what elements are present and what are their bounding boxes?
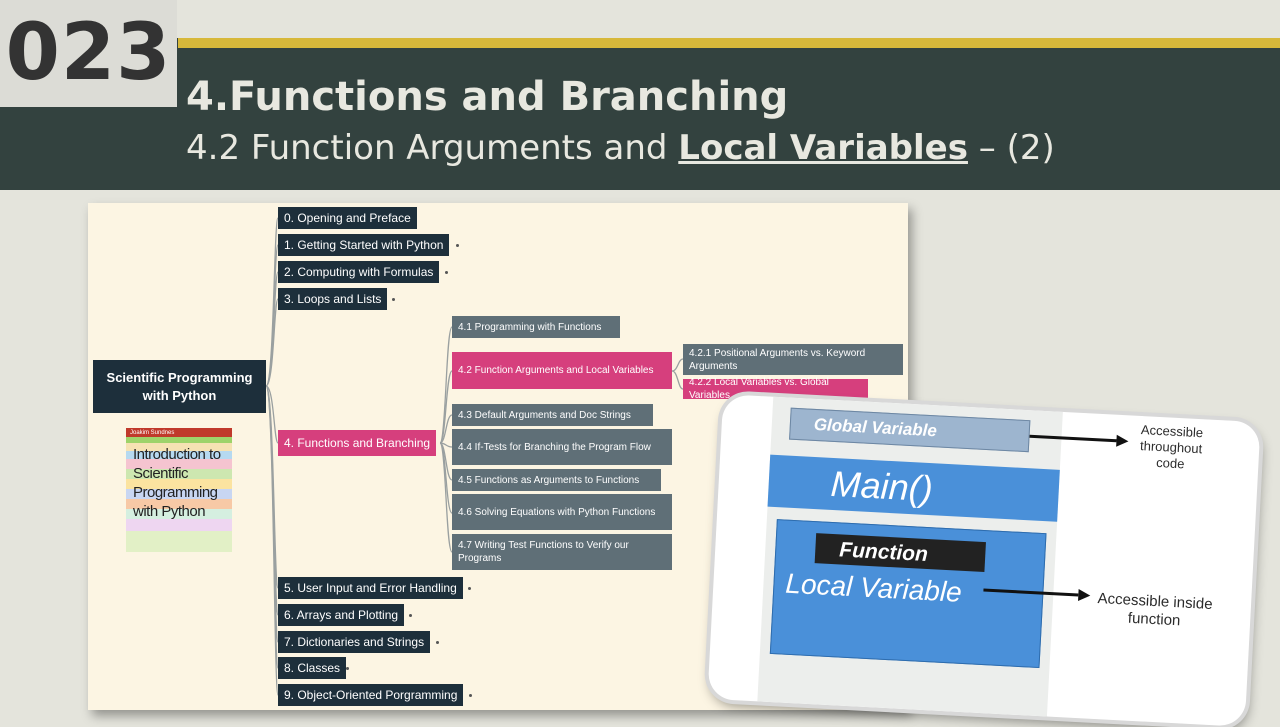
- collapse-dot[interactable]: [468, 587, 471, 590]
- section-4-2-node[interactable]: 4.2 Function Arguments and Local Variabl…: [452, 352, 672, 389]
- book-cover: Joakim Sundnes Introduction to Scientifi…: [126, 428, 232, 552]
- header-top-band: [0, 0, 1280, 38]
- collapse-dot[interactable]: [445, 271, 448, 274]
- slide-title: 4.Functions and Branching: [186, 74, 789, 120]
- collapse-dot[interactable]: [409, 614, 412, 617]
- collapse-dot[interactable]: [469, 694, 472, 697]
- local-arrow: [983, 588, 1079, 597]
- chapter-4-node[interactable]: 4. Functions and Branching: [278, 430, 437, 456]
- section-4-4-node[interactable]: 4.4 If-Tests for Branching the Program F…: [452, 429, 672, 465]
- subsection-4-2-1-node[interactable]: 4.2.1 Positional Arguments vs. Keyword A…: [683, 344, 903, 375]
- collapse-dot[interactable]: [436, 641, 439, 644]
- section-4-6-node[interactable]: 4.6 Solving Equations with Python Functi…: [452, 494, 672, 530]
- chapter-2-node[interactable]: 2. Computing with Formulas: [278, 261, 440, 283]
- chapter-6-node[interactable]: 6. Arrays and Plotting: [278, 604, 405, 626]
- collapse-dot[interactable]: [392, 298, 395, 301]
- book-title: Introduction to Scientific Programming w…: [133, 446, 221, 520]
- local-scope-note: Accessible inside function: [1097, 590, 1213, 630]
- section-4-1-node[interactable]: 4.1 Programming with Functions: [452, 316, 620, 338]
- slide-subtitle: 4.2 Function Arguments and Local Variabl…: [186, 128, 1055, 168]
- collapse-dot[interactable]: [456, 244, 459, 247]
- global-arrow: [1029, 434, 1117, 443]
- local-arrow-head: [1078, 588, 1091, 601]
- section-4-3-node[interactable]: 4.3 Default Arguments and Doc Strings: [452, 404, 653, 426]
- chapter-0-node[interactable]: 0. Opening and Preface: [278, 207, 417, 229]
- slide-number: 023: [0, 0, 177, 107]
- subtitle-emphasis: Local Variables: [678, 128, 968, 168]
- chapter-9-node[interactable]: 9. Object-Oriented Porgramming: [278, 684, 464, 706]
- subtitle-suffix: – (2): [967, 128, 1055, 168]
- collapse-dot[interactable]: [346, 667, 349, 670]
- mind-map-root[interactable]: Scientific Programming with Python: [93, 360, 266, 413]
- chapter-5-node[interactable]: 5. User Input and Error Handling: [278, 577, 463, 599]
- chapter-1-node[interactable]: 1. Getting Started with Python: [278, 234, 450, 256]
- scope-diagram: Global Variable Main() Function Local Va…: [707, 394, 1261, 727]
- chapter-8-node[interactable]: 8. Classes: [278, 657, 347, 679]
- global-scope-note: Accessible throughout code: [1139, 422, 1204, 472]
- section-4-7-node[interactable]: 4.7 Writing Test Functions to Verify our…: [452, 534, 672, 570]
- section-4-5-node[interactable]: 4.5 Functions as Arguments to Functions: [452, 469, 661, 491]
- book-author: Joakim Sundnes: [130, 430, 175, 436]
- subtitle-prefix: 4.2 Function Arguments and: [186, 128, 679, 168]
- chapter-7-node[interactable]: 7. Dictionaries and Strings: [278, 631, 431, 653]
- gold-accent-bar: [178, 38, 1280, 48]
- book-stripe: [126, 531, 232, 552]
- chapter-3-node[interactable]: 3. Loops and Lists: [278, 288, 388, 310]
